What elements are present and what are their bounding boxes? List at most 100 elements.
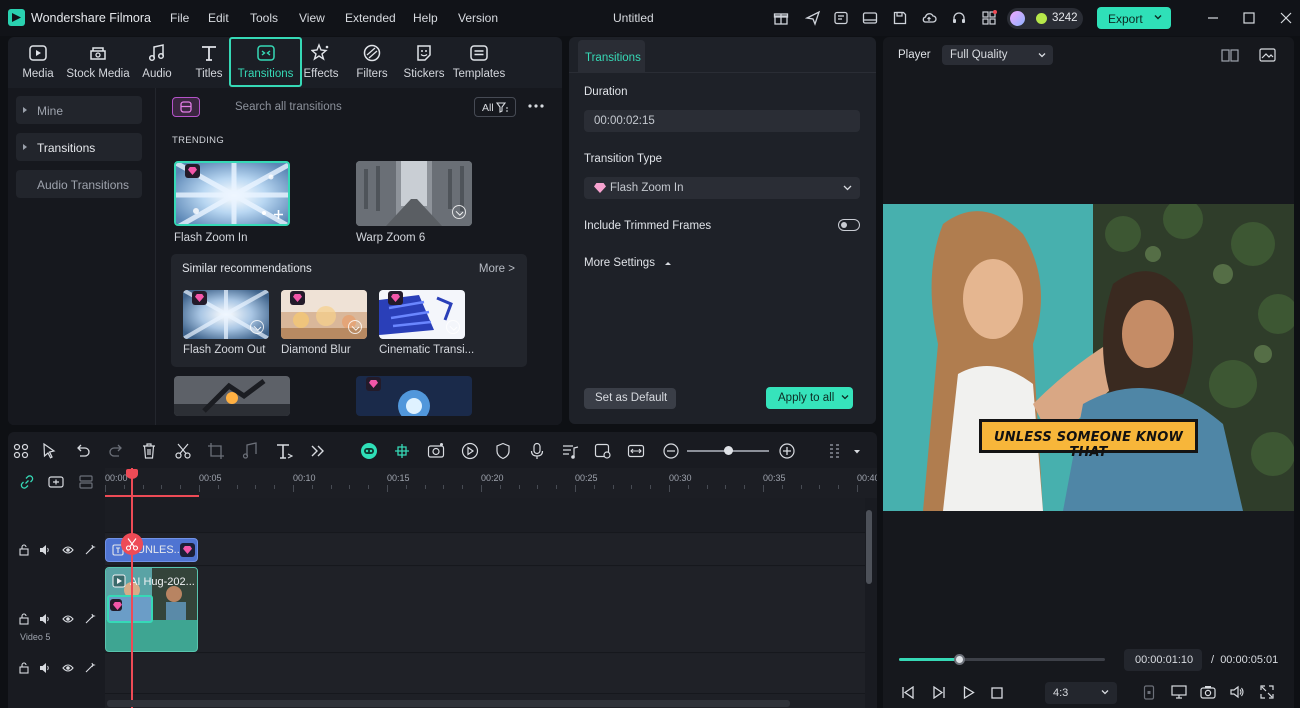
avatar[interactable] [1010,11,1025,26]
export-button[interactable]: Export [1097,7,1171,29]
menu-view[interactable]: View [299,11,325,25]
progress-knob[interactable] [953,654,965,665]
empty-track[interactable] [105,498,865,533]
collapse-arrow-icon[interactable] [664,259,672,267]
ai-copilot-icon[interactable] [360,442,378,460]
menu-help[interactable]: Help [413,11,438,25]
link-icon[interactable] [20,475,34,489]
cloud-upload-icon[interactable] [921,10,937,26]
eye-icon[interactable] [62,613,74,625]
tab-transition-properties[interactable]: Transitions [578,40,645,72]
tab-audio[interactable]: Audio [136,37,178,87]
transition-thumb-flash-zoom-out[interactable] [183,290,269,339]
snapshot-icon[interactable] [1200,685,1216,699]
timeline-tracks[interactable] [105,498,865,708]
transition-thumb-diamond-blur[interactable] [281,290,367,339]
previous-frame-icon[interactable] [901,686,915,699]
sidebar-item-audio-transitions[interactable]: Audio Transitions [16,170,142,198]
video-preview[interactable]: UNLESS SOMEONE KNOW THAT [883,204,1294,511]
sidebar-item-transitions[interactable]: Transitions [16,133,142,161]
layout-grid-icon[interactable] [12,442,30,460]
download-icon[interactable] [348,320,362,334]
track-manager-icon[interactable] [79,475,93,489]
video-track[interactable] [105,567,865,653]
minimize-icon[interactable] [1205,10,1221,26]
playhead-handle[interactable] [126,469,138,479]
layout-icon[interactable] [862,10,878,26]
fullscreen-icon[interactable] [1260,685,1274,699]
record-screen-icon[interactable] [427,442,445,460]
track-options-icon[interactable] [826,442,844,460]
display-icon[interactable] [1171,685,1187,699]
filter-button[interactable]: All [474,97,516,117]
next-frame-icon[interactable] [932,686,946,699]
title-clip[interactable]: UNLES... [105,538,198,562]
download-icon[interactable] [446,320,460,334]
tab-effects[interactable]: Effects [301,37,341,87]
menu-edit[interactable]: Edit [208,11,229,25]
timeline-vertical-scrollbar[interactable] [866,510,872,584]
zoom-in-icon[interactable] [778,442,796,460]
transition-thumb-cinematic[interactable] [379,290,465,339]
mark-icon[interactable] [1143,685,1155,700]
transition-type-select[interactable]: Flash Zoom In [584,177,860,199]
lock-icon[interactable] [18,544,30,556]
download-icon[interactable] [452,205,466,219]
text-icon[interactable] [275,442,293,460]
magic-wand-icon[interactable] [84,662,96,674]
crop-icon[interactable] [207,442,225,460]
sidebar-item-mine[interactable]: Mine [16,96,142,124]
menu-tools[interactable]: Tools [250,11,278,25]
stop-icon[interactable] [991,687,1003,699]
include-trimmed-toggle[interactable] [838,219,860,231]
microphone-icon[interactable] [528,442,546,460]
timeline-horizontal-scrollbar[interactable] [107,700,790,707]
speaker-icon[interactable] [39,544,51,556]
zoom-out-icon[interactable] [662,442,680,460]
transition-marker[interactable] [107,595,153,623]
tab-filters[interactable]: Filters [354,37,390,87]
chevron-down-icon[interactable] [1154,13,1162,21]
lock-icon[interactable] [18,613,30,625]
menu-version[interactable]: Version [458,11,498,25]
close-icon[interactable] [1278,10,1294,26]
transition-thumb-flash-zoom-in[interactable] [174,161,290,226]
duration-field[interactable]: 00:00:02:15 [584,110,860,132]
snap-icon[interactable] [393,442,411,460]
maximize-icon[interactable] [1241,10,1257,26]
delete-icon[interactable] [140,442,158,460]
quality-select[interactable]: Full Quality [942,45,1053,65]
compare-view-icon[interactable] [1221,49,1239,62]
cut-icon[interactable] [174,442,192,460]
more-options-icon[interactable] [528,104,544,108]
media-library-icon[interactable] [833,10,849,26]
tab-stock-media[interactable]: Stock Media [64,37,132,87]
track[interactable] [105,654,865,694]
volume-icon[interactable] [1229,685,1245,699]
media-settings-icon[interactable] [594,442,612,460]
caption-text-overlay[interactable]: UNLESS SOMEONE KNOW THAT [979,419,1198,460]
eye-icon[interactable] [62,544,74,556]
undo-icon[interactable] [74,442,92,460]
apply-to-all-button[interactable]: Apply to all [766,387,853,409]
magic-wand-icon[interactable] [84,544,96,556]
tab-transitions[interactable]: Transitions [229,37,302,87]
shield-icon[interactable] [494,442,512,460]
fit-width-icon[interactable] [627,442,645,460]
send-icon[interactable] [805,10,821,26]
current-time-display[interactable]: 00:00:01:10 [1124,649,1202,671]
gift-icon[interactable] [773,10,789,26]
apps-grid-icon[interactable] [981,10,997,26]
similar-more-link[interactable]: More > [479,263,515,275]
tab-media[interactable]: Media [16,37,60,87]
add-track-icon[interactable] [48,475,64,489]
speaker-icon[interactable] [39,613,51,625]
image-icon[interactable] [1259,48,1276,62]
chevron-down-icon[interactable] [841,394,849,401]
playhead[interactable] [131,468,133,708]
chevron-down-icon[interactable] [853,449,861,455]
eye-icon[interactable] [62,662,74,674]
credits-badge[interactable]: 3242 [1007,8,1083,29]
aspect-ratio-select[interactable]: 4:3 [1045,682,1117,704]
audio-adjust-icon[interactable] [241,442,259,460]
